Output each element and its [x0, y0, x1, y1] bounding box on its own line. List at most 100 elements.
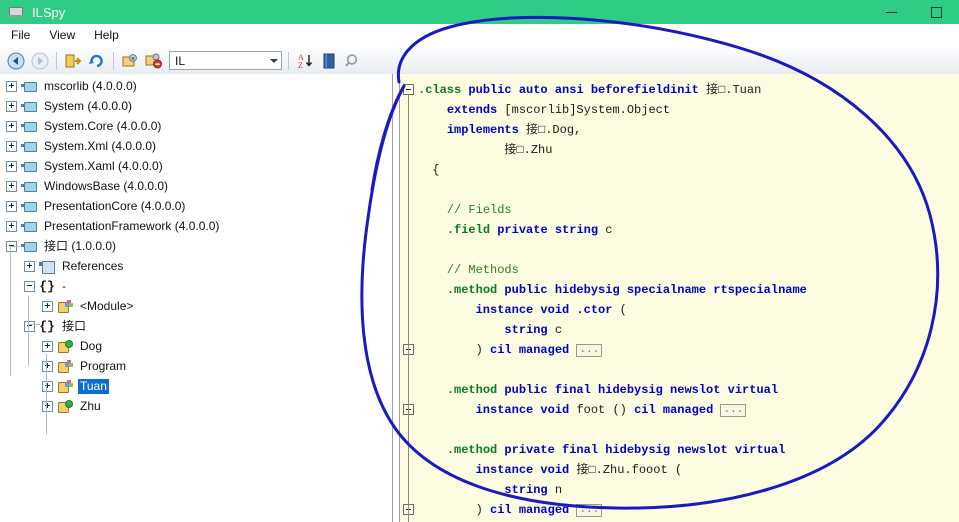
class-icon — [57, 379, 73, 394]
code-token: ( — [674, 463, 683, 477]
code-token: .class — [418, 83, 469, 97]
expand-icon[interactable] — [6, 100, 17, 112]
tree-item[interactable]: System.Xml (4.0.0.0) — [0, 136, 392, 156]
code-line: .class public auto ansi beforefieldinit … — [418, 80, 807, 100]
refresh-button[interactable] — [85, 49, 109, 72]
sort-az-icon: A Z — [298, 53, 313, 70]
collapsed-body-placeholder[interactable]: ... — [576, 504, 603, 517]
folding-margin[interactable] — [400, 74, 418, 522]
collapse-icon[interactable] — [24, 280, 35, 292]
search-button[interactable] — [341, 49, 365, 72]
code-token: ) — [475, 503, 491, 517]
code-token: .method — [446, 443, 505, 457]
expand-icon[interactable] — [42, 360, 53, 372]
tree-item[interactable]: mscorlib (4.0.0.0) — [0, 76, 392, 96]
documentation-button[interactable] — [317, 49, 341, 72]
expand-icon[interactable] — [6, 120, 17, 132]
tree-item[interactable]: Program — [0, 356, 392, 376]
code-line: string c — [418, 320, 807, 340]
code-token: public auto ansi beforefieldinit — [468, 83, 707, 97]
code-token: cil managed — [490, 503, 577, 517]
pane-splitter[interactable] — [392, 74, 400, 522]
tree-item[interactable]: WindowsBase (4.0.0.0) — [0, 176, 392, 196]
expand-icon[interactable] — [42, 300, 53, 312]
code-pane[interactable]: .class public auto ansi beforefieldinit … — [400, 74, 959, 522]
expand-icon[interactable] — [6, 140, 17, 152]
chevron-down-icon[interactable] — [266, 58, 281, 63]
code-line: // Fields — [418, 200, 807, 220]
assembly-tree-pane[interactable]: mscorlib (4.0.0.0) System (4.0.0.0) System… — [0, 74, 392, 522]
open-folder-icon — [65, 54, 82, 67]
menu-view[interactable]: View — [45, 26, 84, 44]
il-code-view[interactable]: .class public auto ansi beforefieldinit … — [418, 80, 807, 522]
expand-icon[interactable] — [42, 380, 53, 392]
fold-collapse-icon[interactable] — [403, 84, 414, 95]
sort-button[interactable]: A Z — [293, 49, 317, 72]
code-token: private final hidebysig newslot virtual — [504, 443, 786, 457]
open-button[interactable] — [61, 49, 85, 72]
toolbar-separator-3 — [288, 51, 289, 70]
interface-icon — [57, 399, 73, 414]
tree-item[interactable]: System.Xaml (4.0.0.0) — [0, 156, 392, 176]
maximize-button[interactable] — [914, 0, 959, 24]
code-token: 接□.Dog, — [526, 123, 582, 137]
collapse-icon[interactable] — [24, 320, 35, 332]
expand-icon[interactable] — [6, 80, 17, 92]
tree-item[interactable]: Tuan — [0, 376, 392, 396]
expand-icon[interactable] — [42, 400, 53, 412]
code-line: extends [mscorlib]System.Object — [418, 100, 807, 120]
tree-item[interactable]: {} - — [0, 276, 392, 296]
menu-file[interactable]: File — [7, 26, 39, 44]
collapsed-body-placeholder[interactable]: ... — [576, 344, 603, 357]
code-token: instance void — [475, 463, 577, 477]
tree-item-label: Tuan — [78, 378, 109, 394]
tree-item[interactable]: Dog — [0, 336, 392, 356]
tree-item[interactable]: System.Core (4.0.0.0) — [0, 116, 392, 136]
code-token: implements — [446, 123, 527, 137]
remove-assembly-list-button[interactable] — [142, 49, 166, 72]
expand-icon[interactable] — [6, 160, 17, 172]
code-token: c — [554, 323, 563, 337]
code-line: instance void 接□.Zhu.fooot ( — [418, 460, 807, 480]
tree-item[interactable]: System (4.0.0.0) — [0, 96, 392, 116]
code-line: .method public hidebysig specialname rts… — [418, 280, 807, 300]
forward-button[interactable] — [28, 49, 52, 72]
tree-item-label: PresentationCore (4.0.0.0) — [44, 198, 186, 213]
menu-help[interactable]: Help — [90, 26, 128, 44]
tree-item-label: System.Xml (4.0.0.0) — [44, 138, 157, 153]
expand-icon[interactable] — [24, 260, 35, 272]
expand-icon[interactable] — [6, 180, 17, 192]
expand-icon[interactable] — [6, 200, 17, 212]
add-assembly-list-button[interactable] — [118, 49, 142, 72]
code-token: // Methods — [446, 263, 519, 277]
tree-item[interactable]: References — [0, 256, 392, 276]
language-combo[interactable]: IL — [169, 51, 282, 70]
tree-item[interactable]: Zhu — [0, 396, 392, 416]
tree-item-label: 接口 — [62, 318, 87, 333]
svg-text:Z: Z — [298, 61, 303, 70]
tree-item-label: 接口 (1.0.0.0) — [44, 238, 117, 253]
tree-item[interactable]: PresentationCore (4.0.0.0) — [0, 196, 392, 216]
namespace-icon: {} — [39, 318, 55, 334]
collapsed-body-placeholder[interactable]: ... — [720, 404, 747, 417]
code-token: instance void — [475, 403, 577, 417]
tree-item[interactable]: PresentationFramework (4.0.0.0) — [0, 216, 392, 236]
assembly-icon — [21, 139, 37, 154]
expand-icon[interactable] — [42, 340, 53, 352]
tree-item[interactable]: <Module> — [0, 296, 392, 316]
ilspy-icon — [7, 5, 23, 19]
tree-item[interactable]: 接口 (1.0.0.0) — [0, 236, 392, 256]
expand-icon[interactable] — [6, 220, 17, 232]
back-button[interactable] — [4, 49, 28, 72]
tree-item[interactable]: {} 接口 — [0, 316, 392, 336]
minimize-button[interactable] — [869, 0, 914, 24]
